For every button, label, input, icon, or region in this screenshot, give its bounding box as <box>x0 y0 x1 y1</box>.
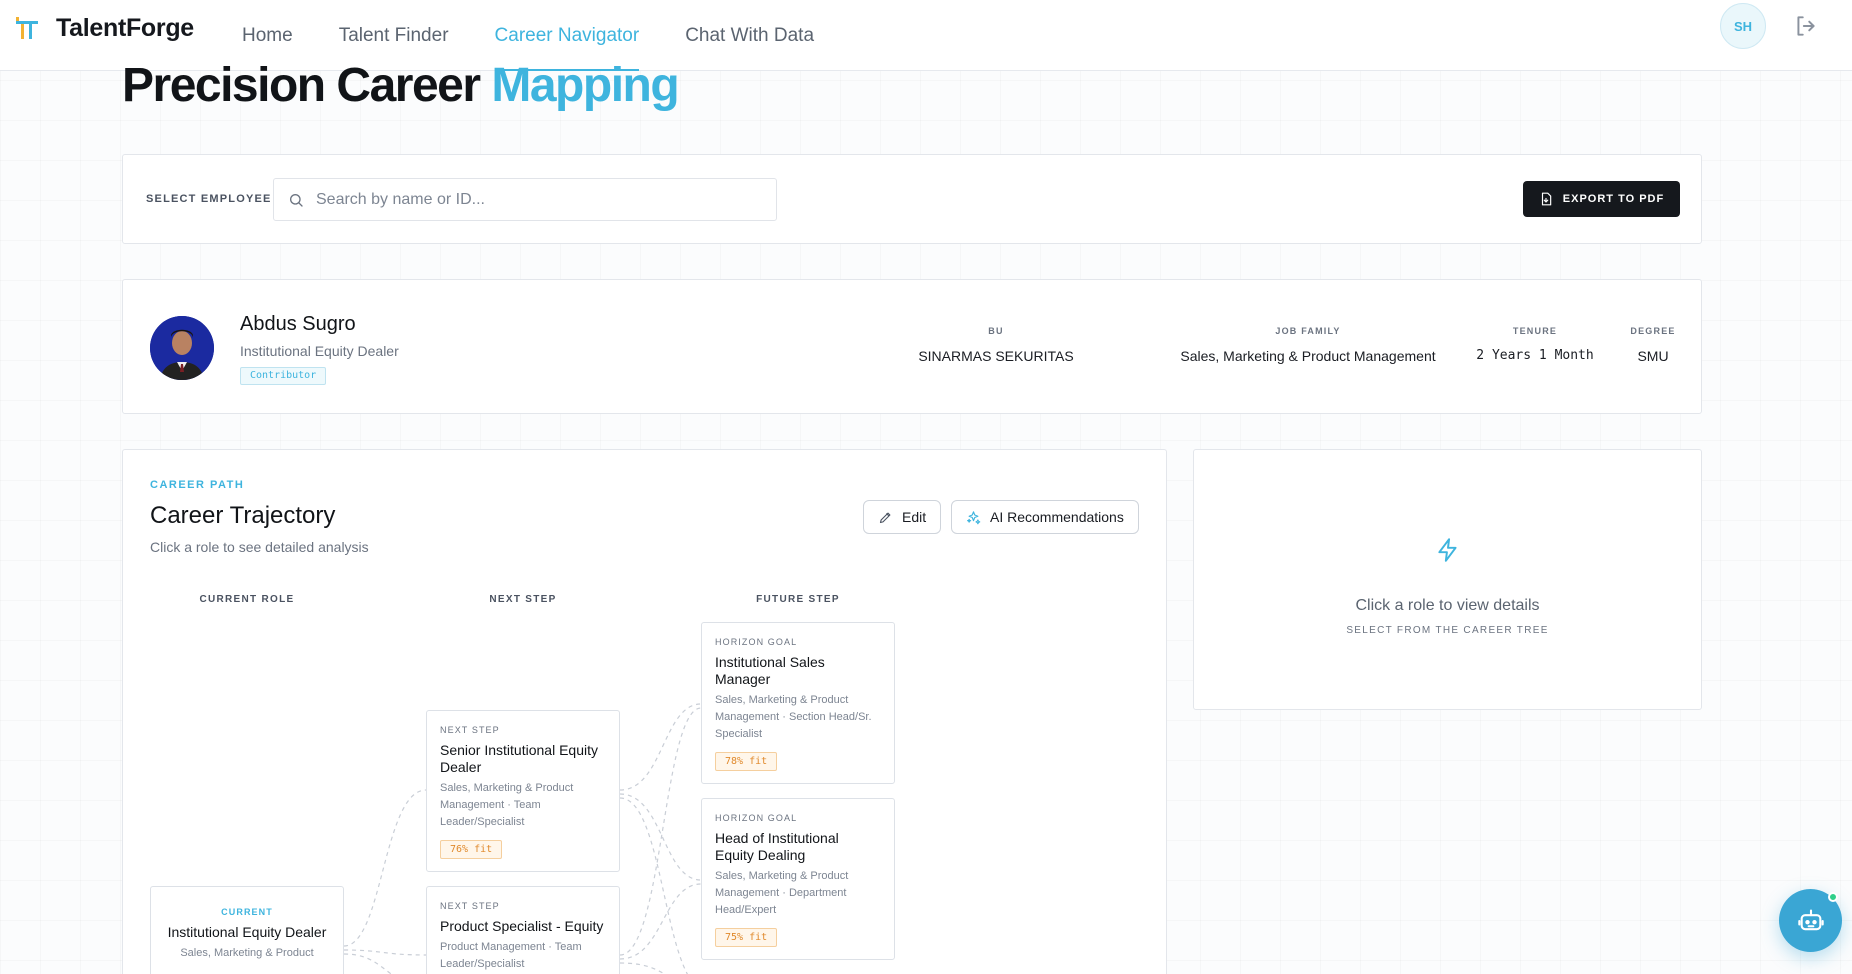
detail-empty-hint: SELECT FROM THE CAREER TREE <box>1346 625 1549 636</box>
column-header-future-step: FUTURE STEP <box>756 594 840 605</box>
talentforge-logo-icon <box>16 16 38 39</box>
meta-degree-value: SMU <box>1637 348 1669 364</box>
sparkles-icon <box>967 510 981 524</box>
employee-title: Institutional Equity Dealer <box>240 343 399 359</box>
user-avatar[interactable]: SH <box>1720 3 1766 49</box>
edit-button[interactable]: Edit <box>863 500 942 534</box>
employee-name: Abdus Sugro <box>240 313 356 335</box>
fit-badge: 76% fit <box>440 840 503 859</box>
meta-tenure-label: TENURE <box>1512 326 1558 336</box>
meta-degree-label: DEGREE <box>1630 326 1676 336</box>
node-title: Institutional Sales Manager <box>715 654 825 687</box>
edit-label: Edit <box>902 509 927 525</box>
employee-search-box[interactable] <box>273 178 777 221</box>
career-node-next-2[interactable]: NEXT STEP Product Specialist - Equity Pr… <box>426 886 620 974</box>
employee-level-badge: Contributor <box>240 367 327 385</box>
node-kicker: CURRENT <box>221 907 273 917</box>
online-status-dot <box>1828 892 1838 902</box>
employee-portrait-icon <box>150 316 214 380</box>
page-title-main: Precision Career <box>122 59 492 112</box>
page-title: Precision Career Mapping <box>122 58 680 113</box>
lightning-bolt-icon <box>1438 538 1457 562</box>
node-kicker: NEXT STEP <box>440 725 500 735</box>
employee-profile-card: Abdus Sugro Institutional Equity Dealer … <box>122 279 1702 414</box>
column-header-next-step: NEXT STEP <box>489 594 557 605</box>
career-node-next-1[interactable]: NEXT STEP Senior Institutional Equity De… <box>426 710 620 872</box>
career-trajectory-title: Career Trajectory <box>150 502 336 529</box>
node-desc: Sales, Marketing & Product Management · … <box>440 782 574 828</box>
logout-icon[interactable] <box>1793 13 1819 39</box>
employee-search-input[interactable] <box>316 190 756 209</box>
node-desc: Sales, Marketing & Product Management · … <box>715 870 849 916</box>
export-to-pdf-button[interactable]: EXPORT TO PDF <box>1523 181 1680 217</box>
career-trajectory-subtitle: Click a role to see detailed analysis <box>150 539 369 555</box>
ai-recommendations-button[interactable]: AI Recommendations <box>951 500 1139 534</box>
node-desc: Product Management · Team Leader/Special… <box>440 941 582 970</box>
robot-icon <box>1797 908 1824 930</box>
employee-photo <box>150 316 214 380</box>
detail-empty-message: Click a role to view details <box>1355 597 1540 614</box>
career-path-card: CAREER PATH Career Trajectory Click a ro… <box>122 449 1167 974</box>
ai-recommendations-label: AI Recommendations <box>990 509 1124 525</box>
export-to-pdf-label: EXPORT TO PDF <box>1562 193 1665 205</box>
career-node-future-1[interactable]: HORIZON GOAL Institutional Sales Manager… <box>701 622 895 784</box>
app-logo[interactable]: TalentForge <box>14 14 194 43</box>
page-title-accent: Mapping <box>491 59 679 112</box>
node-title: Product Specialist - Equity <box>440 918 604 934</box>
node-desc: Sales, Marketing & Product <box>180 947 314 959</box>
fit-badge: 75% fit <box>715 928 778 947</box>
nav-item-chat-with-data[interactable]: Chat With Data <box>685 0 814 71</box>
career-node-current[interactable]: CURRENT Institutional Equity Dealer Sale… <box>150 886 344 974</box>
career-path-eyebrow: CAREER PATH <box>150 479 245 491</box>
node-kicker: HORIZON GOAL <box>715 813 798 823</box>
fit-badge: 78% fit <box>715 752 778 771</box>
app-name: TalentForge <box>56 14 194 42</box>
file-export-icon <box>1541 192 1552 206</box>
column-header-current-role: CURRENT ROLE <box>199 594 295 605</box>
career-node-future-2[interactable]: HORIZON GOAL Head of Institutional Equit… <box>701 798 895 960</box>
select-employee-label: SELECT EMPLOYEE <box>146 193 272 205</box>
node-kicker: HORIZON GOAL <box>715 637 798 647</box>
pencil-icon <box>879 512 891 523</box>
meta-bu-value: SINARMAS SEKURITAS <box>918 348 1074 364</box>
meta-bu-label: BU <box>988 326 1004 336</box>
chat-assistant-button[interactable] <box>1779 889 1842 952</box>
meta-tenure-value: 2 Years 1 Month <box>1476 348 1594 363</box>
search-icon <box>290 193 303 207</box>
node-title: Head of Institutional Equity Dealing <box>715 830 839 863</box>
role-detail-panel: Click a role to view details SELECT FROM… <box>1193 449 1702 710</box>
employee-select-card: SELECT EMPLOYEE EXPORT TO PDF <box>122 154 1702 244</box>
meta-job-family-value: Sales, Marketing & Product Management <box>1180 348 1436 364</box>
node-kicker: NEXT STEP <box>440 901 500 911</box>
node-title: Institutional Equity Dealer <box>167 924 327 940</box>
node-desc: Sales, Marketing & Product Management · … <box>715 694 872 740</box>
meta-job-family-label: JOB FAMILY <box>1275 326 1341 336</box>
node-title: Senior Institutional Equity Dealer <box>440 742 598 775</box>
